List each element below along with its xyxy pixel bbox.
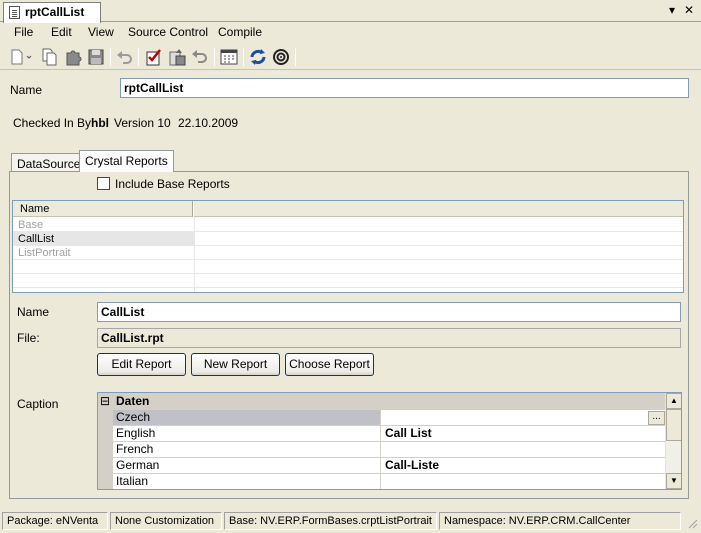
list-item-label: Base [18, 219, 44, 231]
refresh-icon[interactable] [248, 47, 268, 67]
undo-icon[interactable] [114, 47, 134, 67]
checked-in-label: Checked In By [13, 116, 92, 130]
checkin-date: 22.10.2009 [178, 116, 239, 130]
list-header: Name [13, 201, 683, 217]
menu-compile[interactable]: Compile [218, 25, 262, 39]
grid-row-name: German [113, 458, 381, 473]
status-base: Base: NV.ERP.FormBases.crptListPortrait [224, 512, 437, 530]
include-base-reports-checkbox[interactable] [97, 177, 110, 190]
scroll-down-icon[interactable]: ▼ [666, 473, 681, 489]
status-package: Package: eNVenta [2, 512, 108, 530]
menu-edit[interactable]: Edit [51, 25, 72, 39]
tab-dropdown-icon[interactable]: ▾ [665, 3, 679, 17]
include-base-reports-label: Include Base Reports [115, 177, 230, 191]
grid-row-value[interactable] [382, 410, 665, 425]
menu-file[interactable]: File [14, 25, 33, 39]
document-tabstrip: rptCallList ▾ ✕ [0, 0, 701, 23]
status-customization: None Customization [110, 512, 222, 530]
collapse-icon[interactable]: ⊟ [100, 393, 110, 409]
report-list[interactable]: Name Base CallList ListPortrait [12, 200, 684, 293]
new-icon[interactable] [8, 47, 32, 67]
grid-scrollbar[interactable]: ▲ ▼ [665, 393, 681, 489]
grid-row-name: English [113, 426, 381, 441]
menu-source-control[interactable]: Source Control [128, 25, 208, 39]
grid-row-italian[interactable]: Italian [113, 474, 665, 489]
grid-row-value[interactable]: Call-Liste [382, 458, 665, 473]
puzzle-icon[interactable] [63, 47, 83, 67]
toolbar-separator [138, 48, 139, 66]
list-item-selected[interactable]: CallList [13, 232, 683, 246]
toolbar-separator [243, 48, 244, 66]
name-label: Name [10, 83, 43, 97]
list-item-empty [13, 260, 683, 274]
list-item-label: ListPortrait [18, 247, 71, 259]
status-bar: Package: eNVenta None Customization Base… [0, 510, 701, 533]
grid-row-value[interactable] [382, 474, 665, 489]
toolbar [0, 44, 701, 70]
revert-icon[interactable] [190, 47, 210, 67]
grid-row-name: Czech [113, 410, 381, 425]
file-label: File: [17, 331, 40, 345]
grid-row-value[interactable] [382, 442, 665, 457]
document-tab-title: rptCallList [25, 5, 85, 19]
grid-row-name: Italian [113, 474, 381, 489]
document-tab[interactable]: rptCallList [3, 2, 101, 23]
scroll-up-icon[interactable]: ▲ [666, 393, 681, 409]
close-icon[interactable]: ✕ [682, 3, 696, 17]
status-namespace: Namespace: NV.ERP.CRM.CallCenter [439, 512, 681, 530]
report-name-field[interactable]: CallList [97, 302, 681, 322]
resize-grip-icon[interactable] [685, 514, 699, 530]
list-column-name[interactable]: Name [15, 202, 49, 216]
calendar-icon[interactable] [219, 47, 239, 67]
caption-label: Caption [17, 397, 59, 411]
file-field: CallList.rpt [97, 328, 681, 348]
column-divider[interactable] [192, 201, 194, 217]
version-text: Version 10 [114, 116, 171, 130]
report-name-label: Name [17, 305, 50, 319]
ellipsis-button[interactable]: ... [648, 411, 665, 425]
menu-bar: File Edit View Source Control Compile [0, 23, 701, 43]
scroll-thumb[interactable] [666, 409, 681, 441]
new-report-button[interactable]: New Report [191, 353, 280, 376]
list-item-empty [13, 274, 683, 288]
grid-category-label: Daten [116, 394, 150, 408]
grid-row-english[interactable]: English Call List [113, 426, 665, 442]
checkin-icon[interactable] [144, 47, 164, 67]
checked-in-user: hbl [91, 116, 109, 130]
checkout-icon[interactable] [167, 47, 187, 67]
save-icon[interactable] [86, 47, 106, 67]
toolbar-separator [110, 48, 111, 66]
grid-row-name: French [113, 442, 381, 457]
list-item[interactable]: ListPortrait [13, 246, 683, 260]
grid-margin [98, 410, 113, 489]
toolbar-separator [295, 48, 296, 66]
settings-icon[interactable] [271, 47, 291, 67]
list-item[interactable]: Base [13, 218, 683, 232]
menu-view[interactable]: View [88, 25, 114, 39]
grid-row-czech[interactable]: Czech ... [113, 410, 665, 426]
toolbar-separator [214, 48, 215, 66]
tab-crystal-reports[interactable]: Crystal Reports [79, 150, 174, 172]
caption-property-grid[interactable]: ⊟ Daten Czech ... English Call List Fren… [97, 392, 682, 490]
list-item-label: CallList [18, 233, 55, 245]
grid-row-value[interactable]: Call List [382, 426, 665, 441]
choose-report-button[interactable]: Choose Report [285, 353, 374, 376]
edit-report-button[interactable]: Edit Report [97, 353, 186, 376]
document-icon [9, 6, 20, 19]
copy-icon[interactable] [40, 47, 60, 67]
grid-row-german[interactable]: German Call-Liste [113, 458, 665, 474]
grid-row-french[interactable]: French [113, 442, 665, 458]
grid-category-daten[interactable]: ⊟ Daten [98, 393, 665, 410]
name-field[interactable]: rptCallList [120, 78, 689, 98]
tab-datasource[interactable]: DataSource [11, 153, 87, 173]
